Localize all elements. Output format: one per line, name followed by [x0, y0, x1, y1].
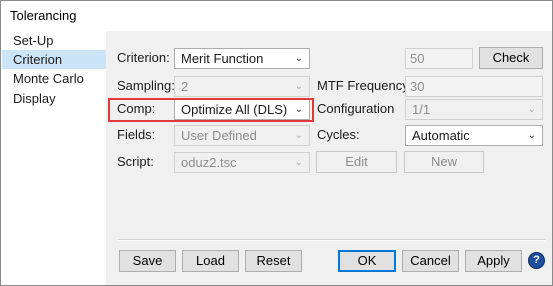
fields-label: Fields: [117, 127, 156, 142]
sidebar-item-criterion[interactable]: Criterion [2, 50, 106, 69]
chevron-down-icon: ⌄ [294, 157, 303, 168]
mtf-frequency-field[interactable]: 30 [405, 76, 543, 97]
load-button[interactable]: Load [182, 250, 239, 272]
help-icon[interactable]: ? [528, 252, 545, 269]
sampling-label: Sampling: [117, 78, 175, 93]
mtf-frequency-label: MTF Frequency: [317, 78, 413, 93]
sidebar: Set-Up Criterion Monte Carlo Display [2, 31, 106, 285]
criterion-select[interactable]: Merit Function ⌄ [174, 48, 310, 69]
sampling-value: 2 [181, 79, 189, 94]
configuration-value: 1/1 [412, 102, 431, 117]
fields-select[interactable]: User Defined ⌄ [174, 125, 310, 146]
chevron-down-icon: ⌄ [294, 53, 303, 64]
chevron-down-icon: ⌄ [527, 130, 536, 141]
tolerancing-dialog: Tolerancing Set-Up Criterion Monte Carlo… [0, 0, 553, 286]
comp-highlight-box [108, 98, 314, 122]
sidebar-item-set-up[interactable]: Set-Up [2, 31, 106, 50]
sidebar-item-display[interactable]: Display [2, 89, 106, 108]
script-label: Script: [117, 154, 154, 169]
cycles-value: Automatic [412, 128, 470, 143]
fields-value: User Defined [181, 128, 257, 143]
ok-button[interactable]: OK [338, 250, 396, 272]
configuration-select[interactable]: 1/1 ⌄ [405, 99, 543, 120]
chevron-down-icon: ⌄ [294, 130, 303, 141]
configuration-label: Configuration [317, 101, 395, 116]
reset-button[interactable]: Reset [245, 250, 302, 272]
chevron-down-icon: ⌄ [527, 104, 536, 115]
sampling-select[interactable]: 2 ⌄ [174, 76, 310, 97]
criterion-number-field[interactable]: 50 [405, 48, 473, 69]
cycles-select[interactable]: Automatic ⌄ [405, 125, 543, 146]
cancel-button[interactable]: Cancel [402, 250, 459, 272]
chevron-down-icon: ⌄ [294, 81, 303, 92]
script-value: oduz2.tsc [181, 155, 237, 170]
apply-button[interactable]: Apply [465, 250, 522, 272]
sidebar-item-monte-carlo[interactable]: Monte Carlo [2, 69, 106, 88]
check-button[interactable]: Check [479, 47, 543, 69]
edit-button[interactable]: Edit [316, 151, 397, 173]
script-select[interactable]: oduz2.tsc ⌄ [174, 152, 310, 173]
criterion-value: Merit Function [181, 51, 264, 66]
new-button[interactable]: New [404, 151, 484, 173]
save-button[interactable]: Save [119, 250, 176, 272]
window-title: Tolerancing [10, 8, 77, 23]
cycles-label: Cycles: [317, 127, 360, 142]
criterion-label: Criterion: [117, 50, 170, 65]
